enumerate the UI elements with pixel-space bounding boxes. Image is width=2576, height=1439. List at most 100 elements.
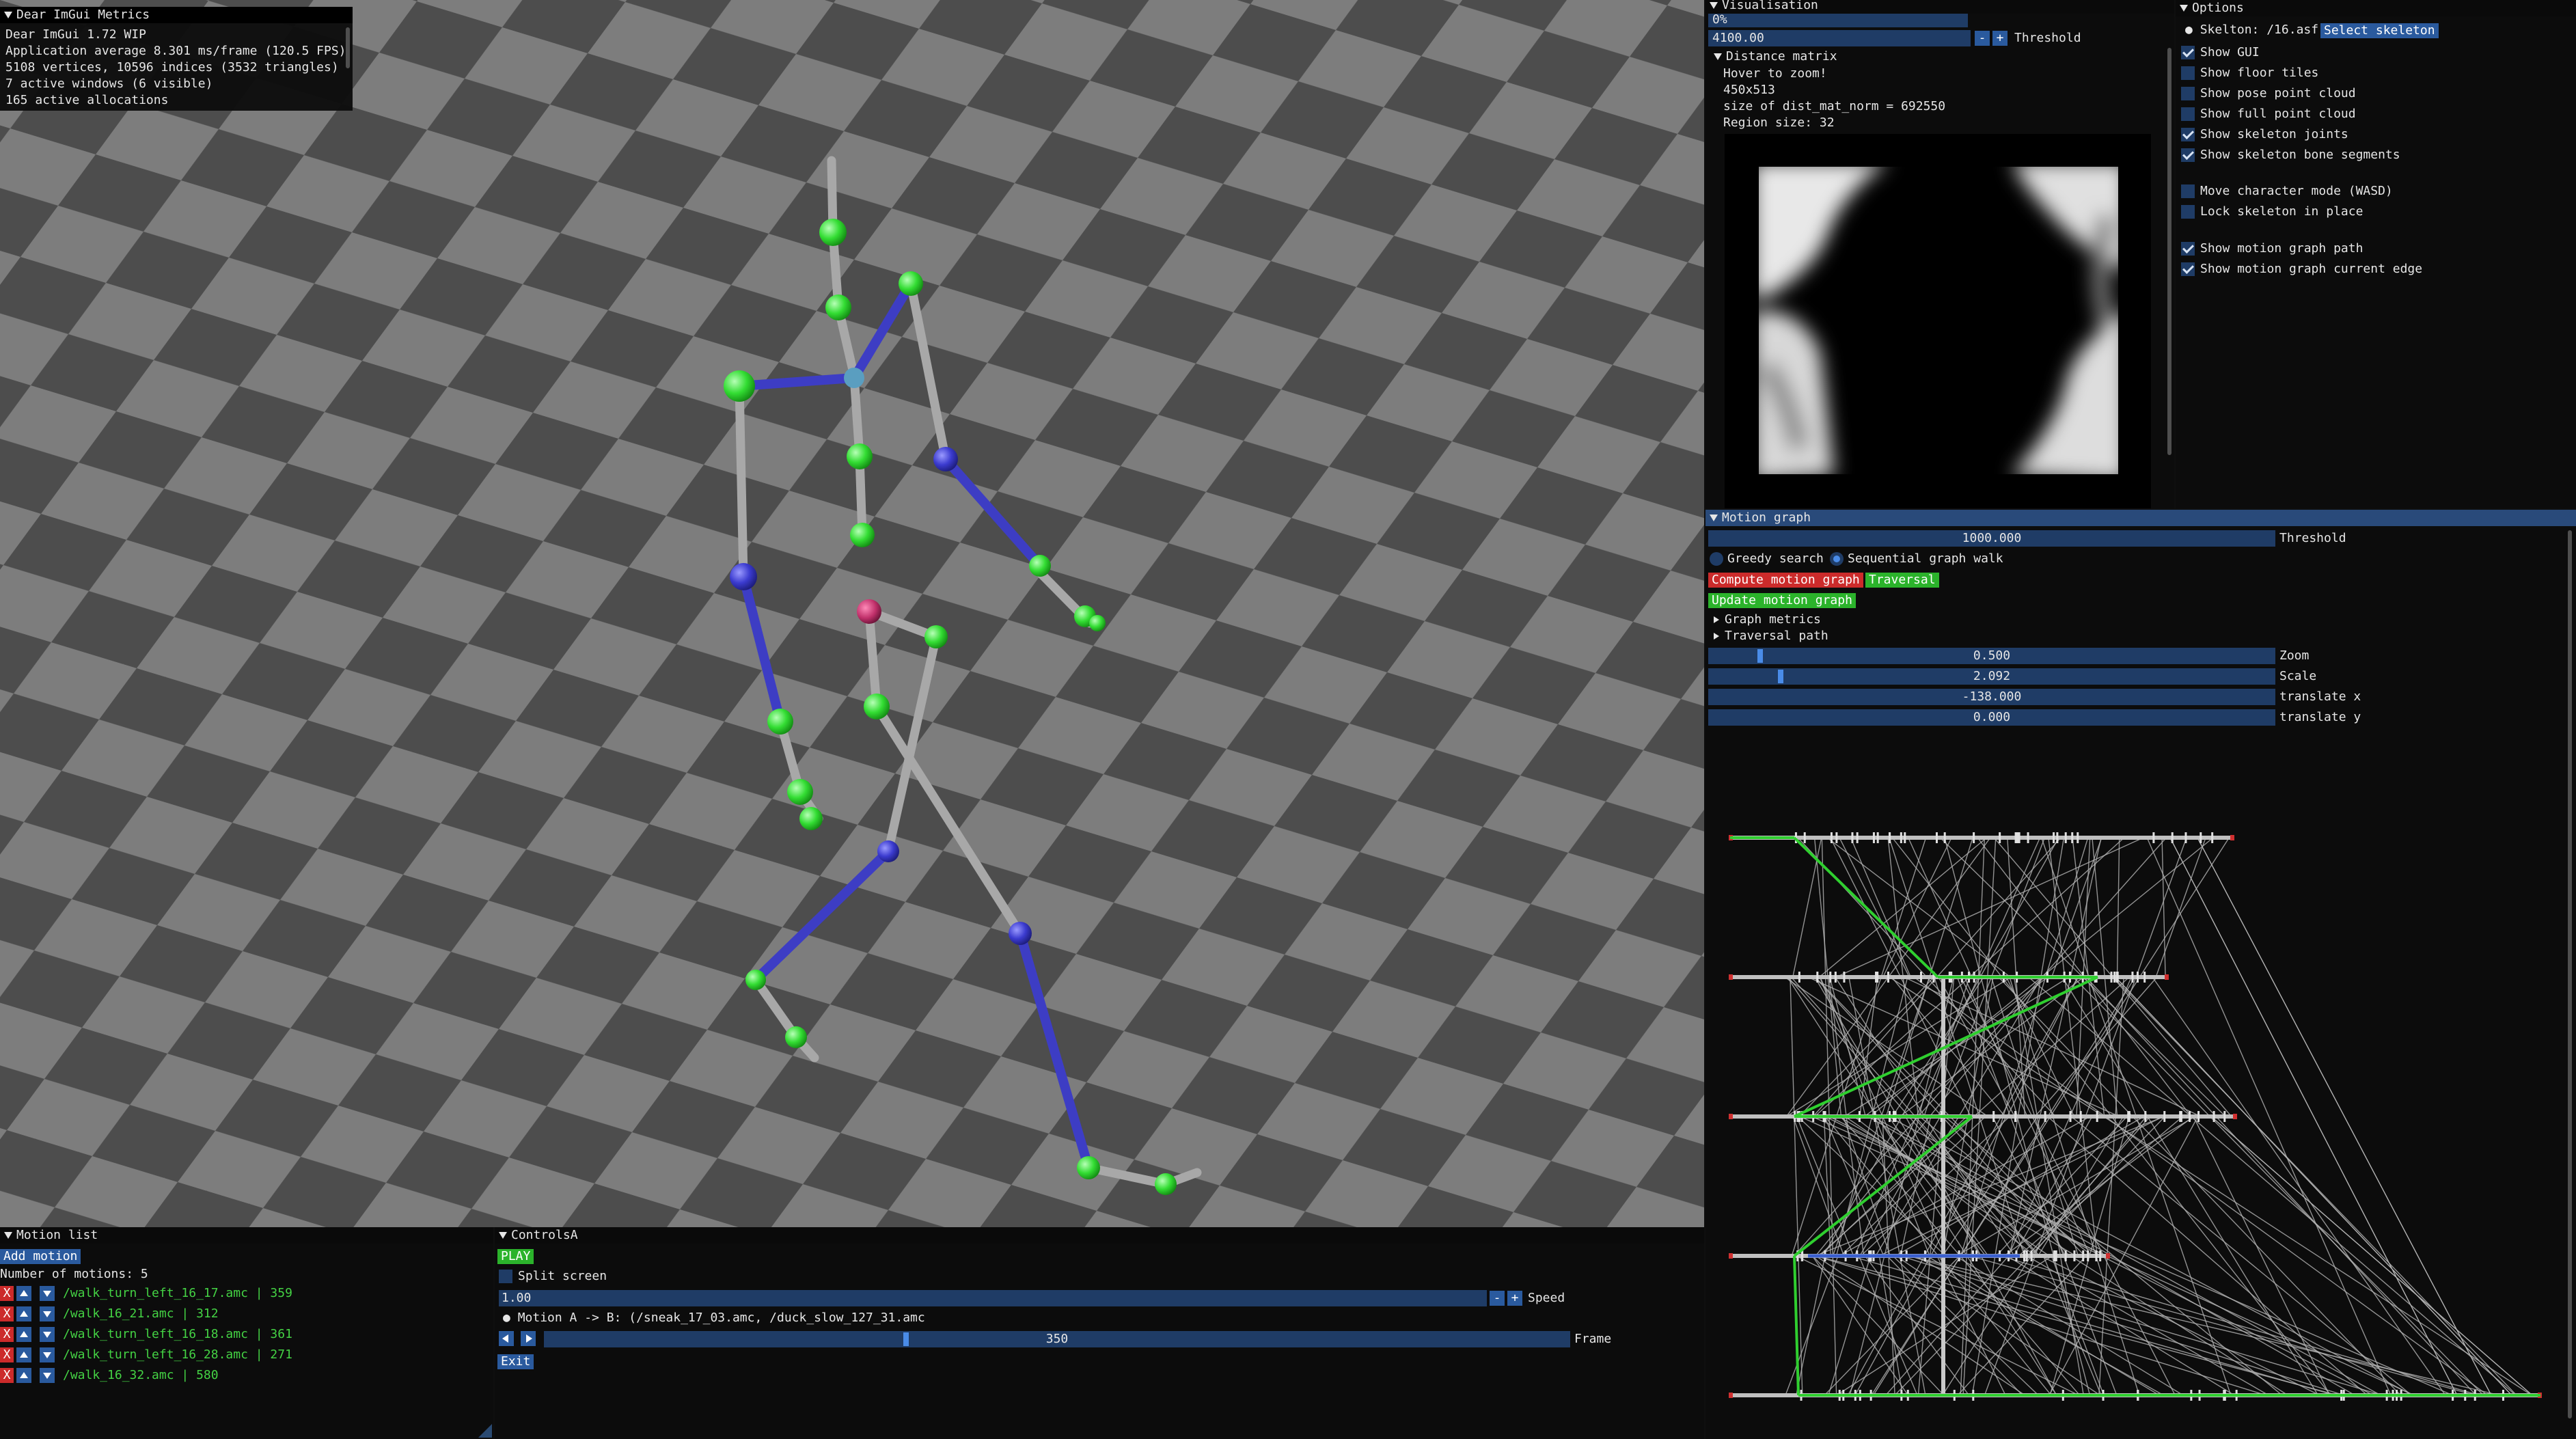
- remove-motion-button[interactable]: X: [0, 1368, 14, 1383]
- zoom-slider-grab[interactable]: [1757, 649, 1763, 663]
- select-skeleton-button[interactable]: Select skeleton: [2320, 23, 2439, 38]
- viz-threshold-input[interactable]: 4100.00: [1708, 30, 1971, 46]
- graph-threshold-input[interactable]: 1000.000: [1708, 530, 2275, 547]
- update-motion-graph-button[interactable]: Update motion graph: [1708, 593, 1856, 608]
- show-pose-cloud-checkbox[interactable]: [2181, 87, 2195, 100]
- options-titlebar[interactable]: Options: [2176, 0, 2576, 16]
- controls-window[interactable]: ControlsA PLAY Split screen 1.00 - + Spe…: [495, 1227, 1704, 1439]
- play-button[interactable]: PLAY: [497, 1249, 534, 1264]
- move-down-icon[interactable]: [40, 1327, 55, 1342]
- frame-next-icon[interactable]: [521, 1331, 536, 1346]
- motion-item-label[interactable]: /walk_16_32.amc | 580: [63, 1368, 219, 1383]
- scale-label: Scale: [2279, 669, 2317, 683]
- motion-item-label[interactable]: /walk_16_21.amc | 312: [63, 1306, 219, 1321]
- motion-list-item: X /walk_turn_left_16_17.amc | 359: [0, 1286, 492, 1302]
- move-up-icon[interactable]: [16, 1347, 31, 1362]
- frame-prev-icon[interactable]: [499, 1331, 514, 1346]
- resize-grip-icon[interactable]: [478, 1424, 492, 1438]
- sequential-walk-radio[interactable]: [1830, 552, 1844, 566]
- move-up-icon[interactable]: [16, 1327, 31, 1342]
- distance-matrix-header[interactable]: Distance matrix: [1714, 49, 1837, 64]
- move-down-icon[interactable]: [40, 1347, 55, 1362]
- metrics-scrollbar[interactable]: [346, 27, 350, 68]
- controls-titlebar[interactable]: ControlsA: [495, 1227, 1704, 1244]
- motion-list-titlebar[interactable]: Motion list: [0, 1227, 493, 1244]
- graph-edge: [2197, 837, 2492, 1396]
- motion-item-label[interactable]: /walk_turn_left_16_17.amc | 359: [63, 1286, 292, 1301]
- graph-node-tick: [1935, 832, 1938, 843]
- collapse-triangle-icon[interactable]: [4, 12, 12, 18]
- graph-node-tick: [2099, 1250, 2102, 1261]
- show-bones-checkbox[interactable]: [2181, 148, 2195, 162]
- remove-motion-button[interactable]: X: [0, 1286, 14, 1301]
- motion-graph-window[interactable]: Motion graph 1000.000 Threshold Greedy s…: [1705, 510, 2576, 1439]
- speed-plus-button[interactable]: +: [1507, 1291, 1522, 1306]
- graph-metrics-node[interactable]: Graph metrics: [1714, 612, 1821, 627]
- move-down-icon[interactable]: [40, 1306, 55, 1321]
- expand-triangle-icon[interactable]: [1714, 616, 1719, 623]
- show-floor-tiles-checkbox[interactable]: [2181, 66, 2195, 80]
- split-screen-checkbox[interactable]: [499, 1270, 512, 1283]
- metrics-titlebar[interactable]: Dear ImGui Metrics: [0, 7, 353, 23]
- visualisation-window[interactable]: Visualisation 0% 4100.00 - + Threshold D…: [1705, 0, 2174, 508]
- graph-node-tick: [2073, 1250, 2076, 1261]
- traversal-path-node[interactable]: Traversal path: [1714, 629, 1828, 644]
- show-full-cloud-label: Show full point cloud: [2200, 107, 2356, 121]
- metrics-window[interactable]: Dear ImGui Metrics Dear ImGui 1.72 WIP A…: [0, 7, 353, 111]
- motion-list-item: X /walk_turn_left_16_28.amc | 271: [0, 1347, 492, 1364]
- motion-list-window[interactable]: Motion list Add motion Number of motions…: [0, 1227, 493, 1439]
- motion-item-label[interactable]: /walk_turn_left_16_18.amc | 361: [63, 1327, 292, 1342]
- move-up-icon[interactable]: [16, 1286, 31, 1301]
- frame-slider[interactable]: 350: [544, 1331, 1570, 1347]
- speed-input[interactable]: 1.00: [499, 1290, 1487, 1306]
- show-graph-edge-checkbox[interactable]: [2181, 262, 2195, 276]
- show-joints-checkbox[interactable]: [2181, 128, 2195, 141]
- translate-x-input[interactable]: -138.000: [1708, 689, 2275, 705]
- visualisation-scrollbar[interactable]: [2167, 48, 2171, 455]
- add-motion-button[interactable]: Add motion: [0, 1249, 81, 1264]
- collapse-triangle-icon[interactable]: [1714, 53, 1722, 60]
- hover-hint: Hover to zoom!: [1723, 66, 1827, 81]
- collapse-triangle-icon[interactable]: [2180, 5, 2188, 12]
- move-down-icon[interactable]: [40, 1286, 55, 1301]
- move-down-icon[interactable]: [40, 1368, 55, 1383]
- speed-minus-button[interactable]: -: [1490, 1291, 1505, 1306]
- motion-list-item: X /walk_16_21.amc | 312: [0, 1306, 492, 1323]
- visualisation-titlebar[interactable]: Visualisation: [1705, 0, 2174, 14]
- traversal-button[interactable]: Traversal: [1865, 573, 1939, 588]
- show-full-cloud-checkbox[interactable]: [2181, 107, 2195, 121]
- zoom-slider[interactable]: 0.500: [1708, 648, 2275, 664]
- graph-node-tick: [2144, 1111, 2147, 1122]
- compute-motion-graph-button[interactable]: Compute motion graph: [1708, 573, 1863, 588]
- move-up-icon[interactable]: [16, 1306, 31, 1321]
- move-character-checkbox[interactable]: [2181, 184, 2195, 198]
- greedy-search-radio[interactable]: [1710, 552, 1723, 566]
- motion-graph-scrollbar[interactable]: [2568, 530, 2572, 1419]
- remove-motion-button[interactable]: X: [0, 1347, 14, 1362]
- remove-motion-button[interactable]: X: [0, 1306, 14, 1321]
- move-up-icon[interactable]: [16, 1368, 31, 1383]
- motion-graph-titlebar[interactable]: Motion graph: [1705, 510, 2576, 526]
- exit-button[interactable]: Exit: [497, 1354, 534, 1369]
- viz-threshold-plus[interactable]: +: [1992, 31, 2008, 46]
- remove-motion-button[interactable]: X: [0, 1327, 14, 1342]
- collapse-triangle-icon[interactable]: [1710, 2, 1718, 9]
- scale-slider[interactable]: 2.092: [1708, 668, 2275, 685]
- motion-graph-canvas[interactable]: [1705, 742, 2562, 1425]
- motion-item-label[interactable]: /walk_turn_left_16_28.amc | 271: [63, 1347, 292, 1362]
- show-gui-checkbox[interactable]: [2181, 46, 2195, 59]
- viz-threshold-minus[interactable]: -: [1975, 31, 1990, 46]
- options-window[interactable]: Options ● Skelton: /16.asf Select skelet…: [2176, 0, 2576, 508]
- distance-matrix-image[interactable]: [1725, 134, 2151, 508]
- translate-y-input[interactable]: 0.000: [1708, 709, 2275, 726]
- collapse-triangle-icon[interactable]: [1710, 515, 1718, 521]
- frame-slider-grab[interactable]: [903, 1332, 909, 1346]
- expand-triangle-icon[interactable]: [1714, 633, 1719, 640]
- lock-skeleton-checkbox[interactable]: [2181, 205, 2195, 219]
- scale-slider-grab[interactable]: [1778, 670, 1783, 683]
- viz-threshold-label: Threshold: [2014, 31, 2081, 45]
- show-graph-path-checkbox[interactable]: [2181, 242, 2195, 256]
- collapse-triangle-icon[interactable]: [499, 1232, 507, 1239]
- viewport-3d[interactable]: [0, 0, 1704, 1227]
- collapse-triangle-icon[interactable]: [4, 1232, 12, 1239]
